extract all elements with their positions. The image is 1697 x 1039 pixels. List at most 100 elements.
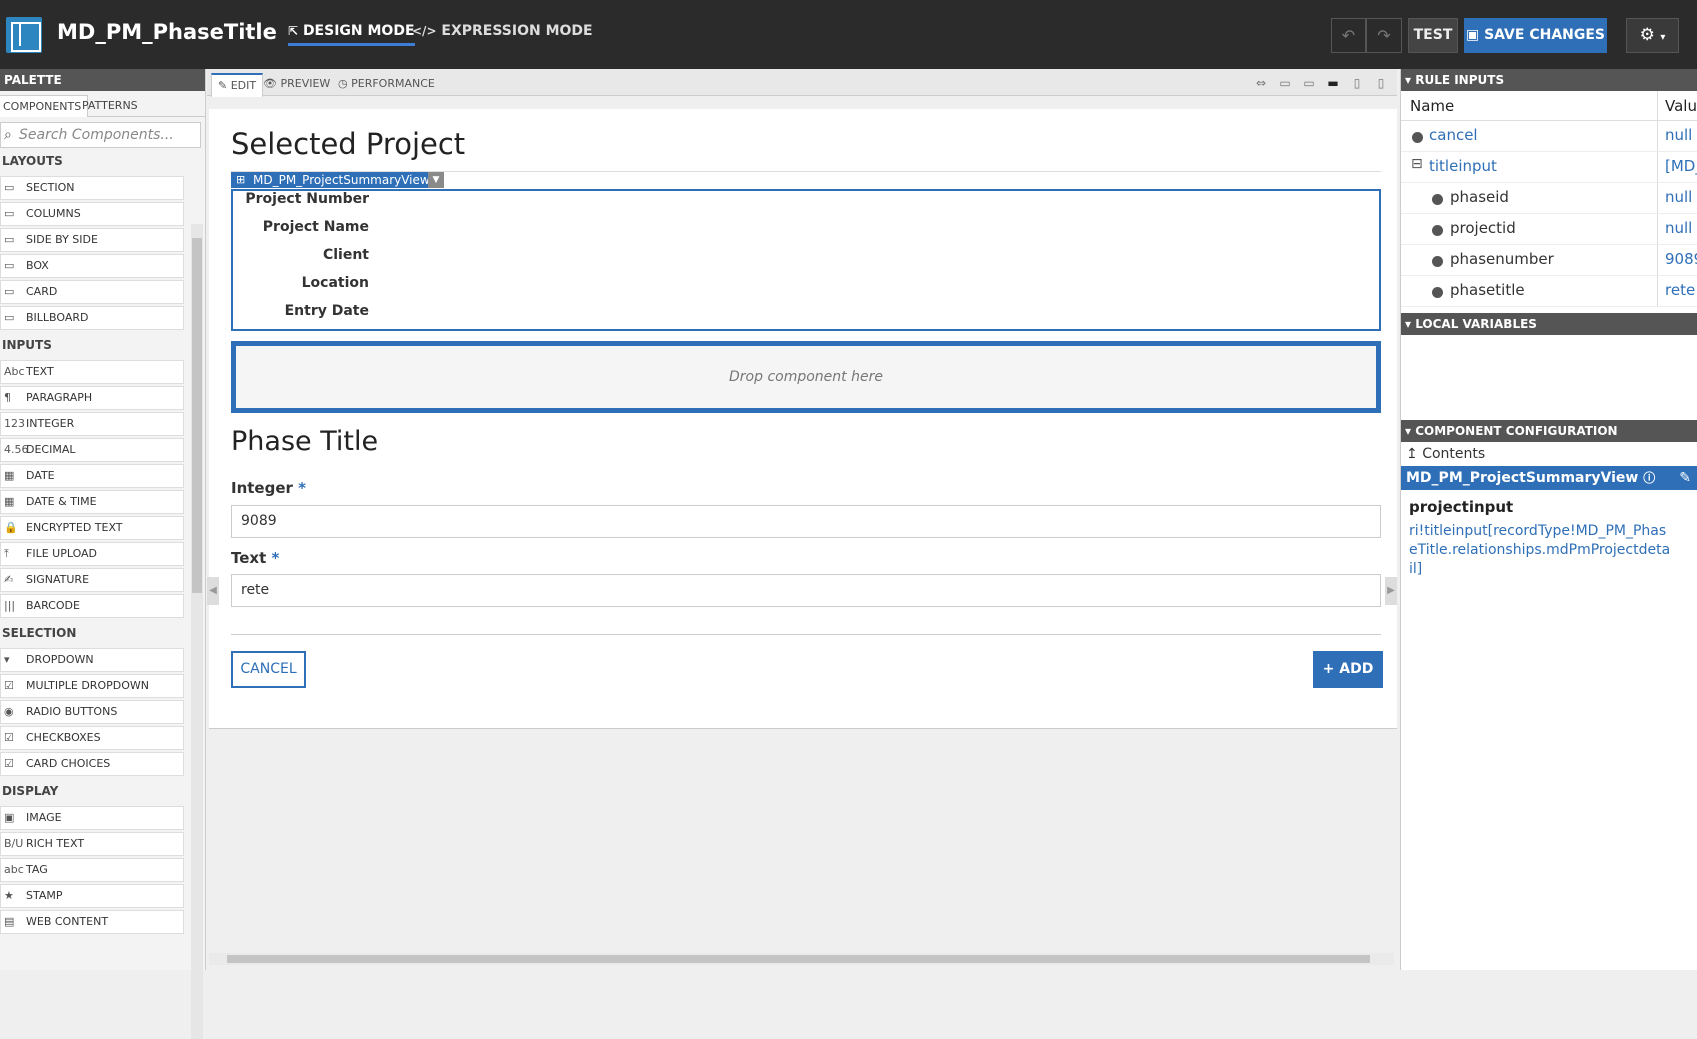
- configured-component-title: MD_PM_ProjectSummaryView ⓘ ✎: [1401, 466, 1697, 490]
- component-label-bar[interactable]: ⊞ MD_PM_ProjectSummaryView: [231, 172, 436, 188]
- palette-item-billboard[interactable]: ▭ BILLBOARD: [0, 306, 184, 330]
- palette-item-card-choices[interactable]: ☑ CARD CHOICES: [0, 752, 184, 776]
- palette-item-section[interactable]: ▭ SECTION: [0, 176, 184, 200]
- palette-item-stamp[interactable]: ★ STAMP: [0, 884, 184, 908]
- local-variables-title: LOCAL VARIABLES: [1415, 317, 1537, 331]
- palette-item-card[interactable]: ▭ CARD: [0, 280, 184, 304]
- design-mode-tab[interactable]: ⇱ DESIGN MODE: [288, 23, 415, 46]
- palette-item-file-upload[interactable]: ⤒ FILE UPLOAD: [0, 542, 184, 566]
- expression-mode-label: EXPRESSION MODE: [441, 23, 593, 39]
- phone-icon[interactable]: ▯: [1369, 76, 1393, 90]
- palette-item-web-content[interactable]: ▤ WEB CONTENT: [0, 910, 184, 934]
- contents-breadcrumb[interactable]: ↥ Contents: [1401, 442, 1697, 466]
- canvas-horizontal-scrollbar[interactable]: [209, 953, 1394, 965]
- label-client: Client: [322, 247, 369, 263]
- local-variables-header[interactable]: ▾ LOCAL VARIABLES: [1401, 313, 1697, 335]
- desktop-icon[interactable]: ▬: [1321, 76, 1345, 90]
- palette-item-date[interactable]: ▦ DATE: [0, 464, 184, 488]
- palette-scrollbar[interactable]: [191, 224, 203, 1039]
- tablet-icon[interactable]: ▯: [1345, 76, 1369, 90]
- palette-item-decimal[interactable]: 4.56 DECIMAL: [0, 438, 184, 462]
- phase-title-heading: Phase Title: [231, 426, 379, 457]
- palette-item-radio-buttons[interactable]: ◉ RADIO BUTTONS: [0, 700, 184, 724]
- collapse-left-panel[interactable]: ◀: [207, 577, 219, 605]
- tab-components[interactable]: COMPONENTS: [0, 95, 89, 117]
- palette-item-box[interactable]: ▭ BOX: [0, 254, 184, 278]
- test-button[interactable]: TEST: [1408, 18, 1458, 53]
- text-label-text: Text: [231, 549, 267, 567]
- integer-input[interactable]: 9089: [231, 505, 1381, 538]
- rule-inputs-header[interactable]: ▾ RULE INPUTS: [1401, 69, 1697, 91]
- canvas-scroll-thumb[interactable]: [227, 955, 1370, 963]
- component-configuration-header[interactable]: ▾ COMPONENT CONFIGURATION: [1401, 420, 1697, 442]
- component-name: MD_PM_ProjectSummaryView: [253, 173, 430, 187]
- top-bar: MD_PM_PhaseTitle ⇱ DESIGN MODE </> EXPRE…: [0, 0, 1697, 69]
- component-menu-button[interactable]: ▼: [428, 172, 444, 188]
- palette-item-paragraph[interactable]: ¶ PARAGRAPH: [0, 386, 184, 410]
- rule-input-row[interactable]: cancel null: [1401, 121, 1697, 152]
- category-layouts: LAYOUTS: [2, 154, 63, 168]
- help-icon[interactable]: ⓘ: [1643, 471, 1655, 485]
- device-preview-icons: ⇔ ▭ ▭ ▬ ▯ ▯: [1249, 72, 1393, 92]
- tab-performance[interactable]: ◷ PERFORMANCE: [332, 73, 441, 97]
- palette-item-side-by-side[interactable]: ▭ SIDE BY SIDE: [0, 228, 184, 252]
- search-components-input[interactable]: ⌕ Search Components...: [0, 122, 201, 148]
- palette-item-image[interactable]: ▣ IMAGE: [0, 806, 184, 830]
- palette-item-barcode[interactable]: ||| BARCODE: [0, 594, 184, 618]
- tab-edit[interactable]: ✎ EDIT: [211, 73, 264, 97]
- drop-zone[interactable]: Drop component here: [231, 341, 1381, 413]
- cancel-button[interactable]: CANCEL: [231, 651, 306, 688]
- undo-button[interactable]: ↶: [1331, 18, 1366, 53]
- palette-item-label: DATE & TIME: [26, 495, 97, 508]
- palette-item-label: CHECKBOXES: [26, 731, 101, 744]
- palette-item-label: DATE: [26, 469, 55, 482]
- tab-patterns[interactable]: PATTERNS: [76, 95, 144, 117]
- monitor-wide-icon[interactable]: ▭: [1273, 76, 1297, 90]
- text-label: Text *: [231, 549, 279, 567]
- palette-item-label: SECTION: [26, 181, 75, 194]
- palette-item-multiple-dropdown[interactable]: ☑ MULTIPLE DROPDOWN: [0, 674, 184, 698]
- text-input[interactable]: rete: [231, 574, 1381, 607]
- billboard-icon: ▭: [4, 311, 15, 324]
- palette-item-encrypted-text[interactable]: 🔒 ENCRYPTED TEXT: [0, 516, 184, 540]
- canvas-area: ✎ EDIT 👁 PREVIEW ◷ PERFORMANCE ⇔ ▭ ▭ ▬ ▯ ▯ Se…: [207, 69, 1397, 970]
- monitor-icon[interactable]: ▭: [1297, 76, 1321, 90]
- column-name: Name: [1410, 97, 1455, 115]
- configured-component-name: MD_PM_ProjectSummaryView: [1406, 470, 1639, 486]
- palette-scroll-thumb[interactable]: [192, 238, 202, 593]
- palette-item-checkboxes[interactable]: ☑ CHECKBOXES: [0, 726, 184, 750]
- palette-item-tag[interactable]: abc TAG: [0, 858, 184, 882]
- rule-input-row[interactable]: ⊟ titleinput [MD_: [1401, 152, 1697, 183]
- chevron-down-icon: ▾: [1660, 32, 1666, 43]
- palette-item-date-time[interactable]: ▦ DATE & TIME: [0, 490, 184, 514]
- palette-item-columns[interactable]: ▭ COLUMNS: [0, 202, 184, 226]
- column-separator: [1657, 152, 1658, 182]
- palette-item-rich-text[interactable]: B/U RICH TEXT: [0, 832, 184, 856]
- rule-input-row[interactable]: phasetitle rete: [1401, 276, 1697, 307]
- rule-input-row[interactable]: phasenumber 9089: [1401, 245, 1697, 276]
- collapse-icon[interactable]: ⊟: [1411, 156, 1423, 172]
- rule-input-row[interactable]: projectid null: [1401, 214, 1697, 245]
- save-changes-button[interactable]: ▣ SAVE CHANGES: [1464, 18, 1607, 53]
- rule-input-row[interactable]: phaseid null: [1401, 183, 1697, 214]
- param-expression[interactable]: ri!titleinput[recordType!MD_PM_PhaseTitl…: [1401, 516, 1681, 585]
- palette-item-label: SIDE BY SIDE: [26, 233, 98, 246]
- radio-icon: ◉: [4, 705, 14, 718]
- fit-width-icon[interactable]: ⇔: [1249, 76, 1273, 90]
- tab-preview[interactable]: 👁 PREVIEW: [257, 73, 336, 97]
- palette-item-integer[interactable]: 123 INTEGER: [0, 412, 184, 436]
- redo-icon: ↷: [1377, 26, 1391, 45]
- palette-item-label: ENCRYPTED TEXT: [26, 521, 123, 534]
- collapse-right-panel[interactable]: ▶: [1385, 577, 1397, 605]
- redo-button[interactable]: ↷: [1366, 18, 1402, 53]
- palette-item-text[interactable]: Abc TEXT: [0, 360, 184, 384]
- project-summary-view[interactable]: Project Number Project Name Client Locat…: [231, 189, 1381, 331]
- palette-item-signature[interactable]: ✍ SIGNATURE: [0, 568, 184, 592]
- column-separator: [1657, 245, 1658, 275]
- edit-icon[interactable]: ✎: [1679, 466, 1691, 490]
- settings-button[interactable]: ⚙ ▾: [1626, 18, 1679, 53]
- add-button[interactable]: + ADD: [1313, 651, 1383, 688]
- expression-mode-tab[interactable]: </> EXPRESSION MODE: [412, 23, 593, 39]
- palette-item-dropdown[interactable]: ▾ DROPDOWN: [0, 648, 184, 672]
- column-separator: [1657, 121, 1658, 151]
